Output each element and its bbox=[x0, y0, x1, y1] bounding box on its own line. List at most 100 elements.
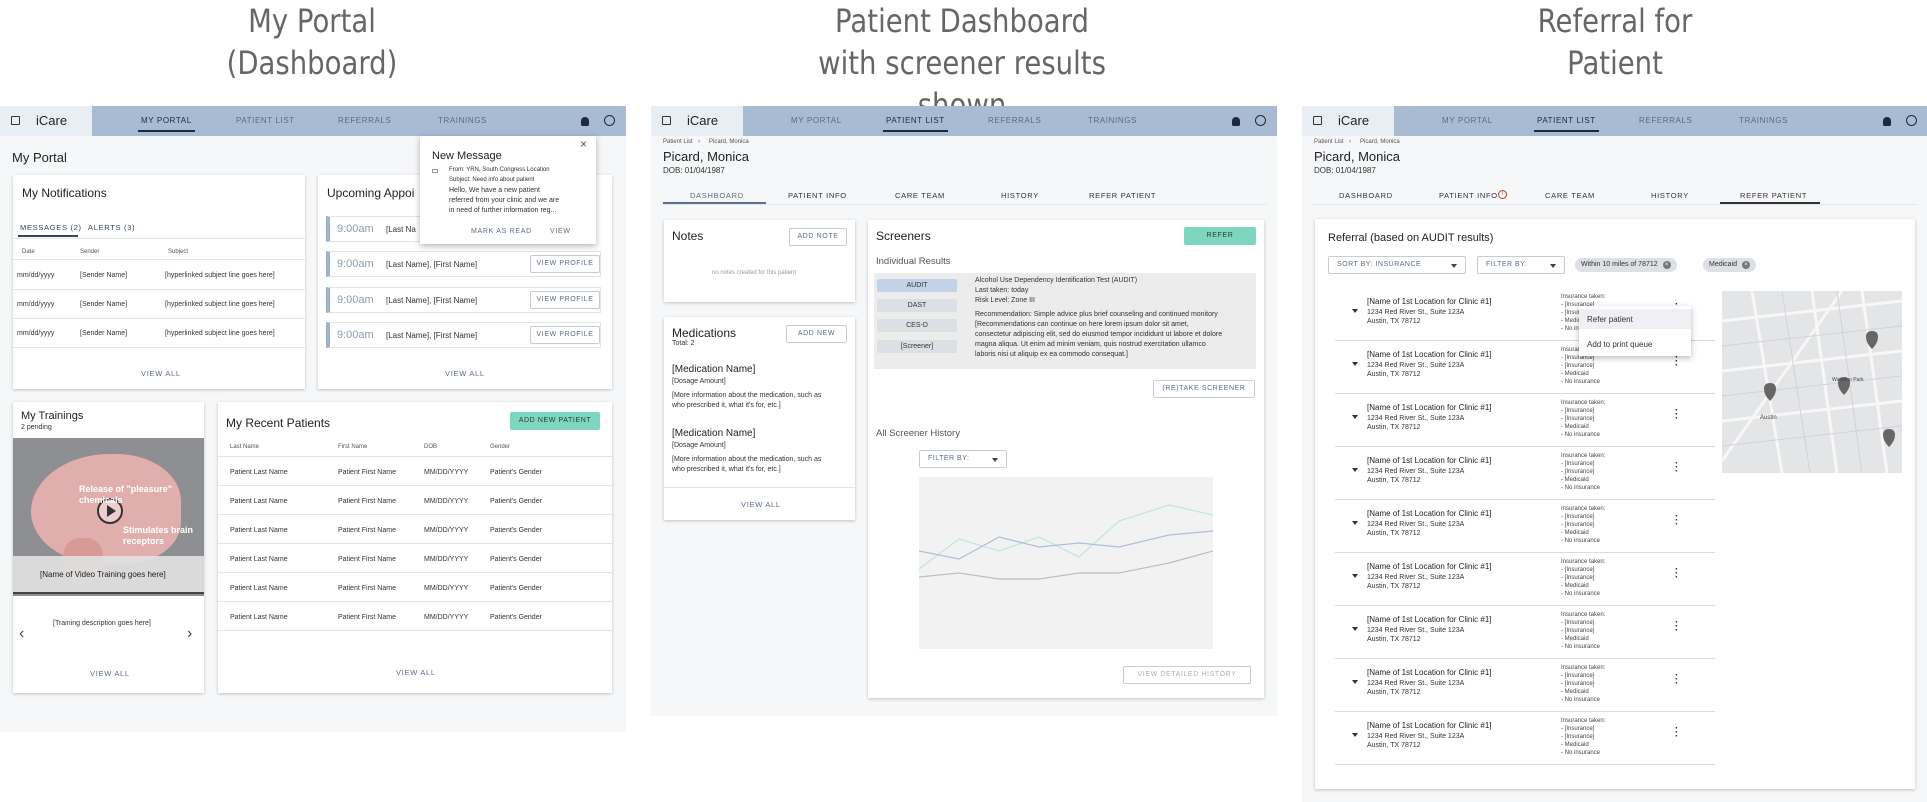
nav-patient-list[interactable]: PATIENT LIST bbox=[236, 116, 295, 125]
medications-view-all[interactable]: VIEW ALL bbox=[741, 500, 781, 509]
sort-select[interactable]: SORT BY: INSURANCE bbox=[1328, 256, 1466, 274]
expand-chevron-icon[interactable] bbox=[1352, 733, 1358, 737]
clinic-list-item[interactable]: [Name of 1st Location for Clinic #1] 1234… bbox=[1335, 713, 1715, 765]
tab-refer-patient[interactable]: REFER PATIENT bbox=[1089, 191, 1156, 200]
expand-chevron-icon[interactable] bbox=[1352, 574, 1358, 578]
col-date[interactable]: Date bbox=[22, 249, 35, 255]
clinic-name[interactable]: [Name of 1st Location for Clinic #1] bbox=[1367, 615, 1492, 624]
tab-refer-patient[interactable]: REFER PATIENT bbox=[1740, 191, 1807, 200]
nav-trainings[interactable]: TRAININGS bbox=[1088, 116, 1137, 125]
appointment-item[interactable]: 9:00am [Last Name], [First Name] VIEW PROF… bbox=[326, 287, 601, 313]
col-dob[interactable]: DOB bbox=[424, 444, 437, 450]
tab-history[interactable]: HISTORY bbox=[1651, 191, 1689, 200]
appointment-item[interactable]: 9:00am [Last Na bbox=[326, 216, 421, 242]
screener-cesd-button[interactable]: CES-D bbox=[877, 319, 957, 332]
expand-chevron-icon[interactable] bbox=[1352, 309, 1358, 313]
breadcrumb-patient-list[interactable]: Patient List bbox=[663, 139, 693, 145]
clinic-name[interactable]: [Name of 1st Location for Clinic #1] bbox=[1367, 297, 1492, 306]
clinic-name[interactable]: [Name of 1st Location for Clinic #1] bbox=[1367, 562, 1492, 571]
tab-patient-info[interactable]: PATIENT INFO bbox=[1439, 191, 1498, 200]
nav-patient-list[interactable]: PATIENT LIST bbox=[883, 116, 948, 132]
screener-audit-button[interactable]: AUDIT bbox=[877, 279, 957, 292]
clinic-list-item[interactable]: [Name of 1st Location for Clinic #1] 1234… bbox=[1335, 501, 1715, 553]
expand-chevron-icon[interactable] bbox=[1352, 468, 1358, 472]
kebab-menu-icon[interactable]: ··· bbox=[1675, 671, 1678, 689]
tab-care-team[interactable]: CARE TEAM bbox=[1545, 191, 1595, 200]
kebab-menu-icon[interactable]: ··· bbox=[1675, 512, 1678, 530]
view-profile-button[interactable]: VIEW PROFILE bbox=[530, 291, 600, 309]
appointment-item[interactable]: 9:00am [Last Name], [First Name] VIEW PROF… bbox=[326, 251, 601, 277]
refer-button[interactable]: REFER bbox=[1184, 227, 1256, 245]
menu-checkbox-icon[interactable] bbox=[1313, 116, 1322, 125]
nav-trainings[interactable]: TRAININGS bbox=[1739, 116, 1788, 125]
clinic-list-item[interactable]: [Name of 1st Location for Clinic #1] 1234… bbox=[1335, 395, 1715, 447]
add-medication-button[interactable]: ADD NEW bbox=[786, 325, 847, 343]
appointment-item[interactable]: 9:00am [Last Name], [First Name] VIEW PROF… bbox=[326, 322, 601, 348]
menu-checkbox-icon[interactable] bbox=[11, 116, 20, 125]
menu-checkbox-icon[interactable] bbox=[662, 116, 671, 125]
tab-history[interactable]: HISTORY bbox=[1001, 191, 1039, 200]
clinic-list-item[interactable]: [Name of 1st Location for Clinic #1] 1234… bbox=[1335, 554, 1715, 606]
col-subject[interactable]: Subject bbox=[168, 249, 188, 255]
clinic-name[interactable]: [Name of 1st Location for Clinic #1] bbox=[1367, 668, 1492, 677]
clinic-list-item[interactable]: [Name of 1st Location for Clinic #1] 1234… bbox=[1335, 607, 1715, 659]
nav-patient-list[interactable]: PATIENT LIST bbox=[1534, 116, 1599, 132]
bell-icon[interactable] bbox=[1883, 117, 1891, 126]
tab-dashboard[interactable]: DASHBOARD bbox=[690, 191, 744, 200]
mark-as-read-button[interactable]: MARK AS READ bbox=[471, 228, 532, 235]
kebab-menu-icon[interactable]: ··· bbox=[1675, 353, 1678, 371]
clinic-name[interactable]: [Name of 1st Location for Clinic #1] bbox=[1367, 403, 1492, 412]
expand-chevron-icon[interactable] bbox=[1352, 627, 1358, 631]
account-icon[interactable] bbox=[1906, 115, 1917, 126]
menu-refer-patient[interactable]: Refer patient bbox=[1587, 315, 1633, 324]
clinic-name[interactable]: [Name of 1st Location for Clinic #1] bbox=[1367, 721, 1492, 730]
kebab-menu-icon[interactable]: ··· bbox=[1675, 565, 1678, 583]
col-gender[interactable]: Gender bbox=[490, 444, 510, 450]
nav-my-portal[interactable]: MY PORTAL bbox=[791, 116, 842, 125]
account-icon[interactable] bbox=[604, 115, 615, 126]
tab-dashboard[interactable]: DASHBOARD bbox=[1339, 191, 1393, 200]
clinic-list-item[interactable]: [Name of 1st Location for Clinic #1] 1234… bbox=[1335, 448, 1715, 500]
expand-chevron-icon[interactable] bbox=[1352, 362, 1358, 366]
tab-patient-info[interactable]: PATIENT INFO bbox=[788, 191, 847, 200]
trainings-view-all[interactable]: VIEW ALL bbox=[90, 669, 130, 678]
kebab-menu-icon[interactable]: ··· bbox=[1675, 406, 1678, 424]
filter-chip[interactable]: Within 10 miles of 78712 × bbox=[1575, 258, 1677, 272]
col-first-name[interactable]: First Name bbox=[338, 444, 367, 450]
filter-select[interactable]: FILTER BY: bbox=[1477, 256, 1565, 274]
nav-trainings[interactable]: TRAININGS bbox=[438, 116, 487, 125]
clinic-map[interactable]: Waterloo Park Austin bbox=[1722, 291, 1902, 473]
nav-referrals[interactable]: REFERRALS bbox=[338, 116, 391, 125]
chip-close-icon[interactable]: × bbox=[1662, 261, 1671, 269]
add-note-button[interactable]: ADD NOTE bbox=[789, 228, 847, 246]
close-icon[interactable]: × bbox=[580, 137, 587, 151]
chip-close-icon[interactable]: × bbox=[1742, 261, 1751, 269]
expand-chevron-icon[interactable] bbox=[1352, 680, 1358, 684]
filter-chip[interactable]: Medicaid × bbox=[1703, 258, 1757, 272]
clinic-name[interactable]: [Name of 1st Location for Clinic #1] bbox=[1367, 456, 1492, 465]
retake-screener-button[interactable]: (RE)TAKE SCREENER bbox=[1153, 380, 1255, 398]
history-filter-select[interactable]: FILTER BY: bbox=[919, 450, 1007, 468]
kebab-menu-icon[interactable]: ··· bbox=[1675, 618, 1678, 636]
breadcrumb-patient-list[interactable]: Patient List bbox=[1314, 139, 1344, 145]
col-sender[interactable]: Sender bbox=[80, 249, 99, 255]
chevron-right-icon[interactable]: › bbox=[187, 625, 192, 643]
bell-icon[interactable] bbox=[1232, 117, 1240, 126]
chevron-left-icon[interactable]: ‹ bbox=[19, 625, 24, 643]
col-last-name[interactable]: Last Name bbox=[230, 444, 259, 450]
clinic-name[interactable]: [Name of 1st Location for Clinic #1] bbox=[1367, 509, 1492, 518]
tab-messages[interactable]: MESSAGES (2) bbox=[20, 223, 82, 232]
tab-alerts[interactable]: ALERTS (3) bbox=[88, 223, 135, 232]
nav-referrals[interactable]: REFERRALS bbox=[1639, 116, 1692, 125]
video-thumbnail[interactable]: Release of "pleasure" chemicals Stimulat… bbox=[13, 438, 204, 596]
tab-care-team[interactable]: CARE TEAM bbox=[895, 191, 945, 200]
expand-chevron-icon[interactable] bbox=[1352, 521, 1358, 525]
kebab-menu-icon[interactable]: ··· bbox=[1675, 724, 1678, 742]
recent-patients-view-all[interactable]: VIEW ALL bbox=[396, 668, 436, 677]
screener-other-button[interactable]: [Screener] bbox=[877, 340, 957, 353]
add-new-patient-button[interactable]: ADD NEW PATIENT bbox=[510, 412, 600, 430]
subject-link[interactable]: [hyperlinked subject line goes here] bbox=[165, 330, 275, 337]
clinic-name[interactable]: [Name of 1st Location for Clinic #1] bbox=[1367, 350, 1492, 359]
kebab-menu-icon[interactable]: ··· bbox=[1675, 459, 1678, 477]
bell-icon[interactable] bbox=[581, 117, 589, 126]
